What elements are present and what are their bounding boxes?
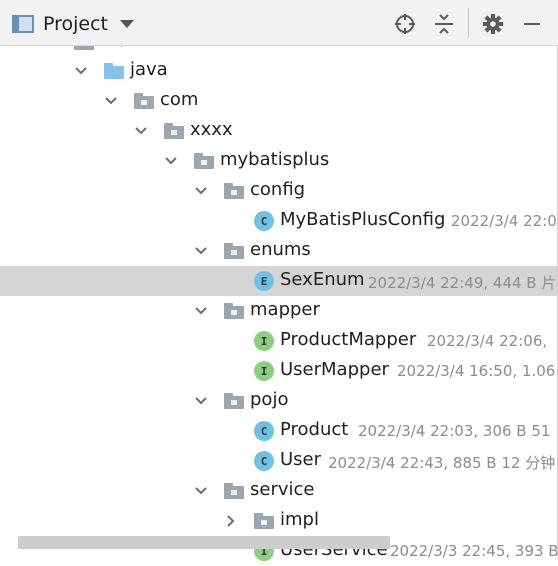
chevron-down-icon[interactable] (194, 484, 208, 498)
tree-row-user[interactable]: C User 2022/3/4 22:43, 885 B 12 分钟 (0, 446, 558, 476)
tree-label: com (160, 89, 199, 110)
tree-row-mybatisplusconfig[interactable]: C MyBatisPlusConfig 2022/3/4 22:0 (0, 206, 558, 236)
file-meta: 2022/3/4 22:0 (451, 212, 557, 230)
package-icon (224, 183, 244, 199)
file-meta: 2022/3/4 16:50, 1.06 (397, 362, 556, 380)
tree-row-service[interactable]: service (0, 476, 558, 506)
file-meta: 2022/3/4 22:03, 306 B 51 (358, 422, 551, 440)
tree-label: ProductMapper (280, 329, 417, 350)
tree-label: mybatisplus (220, 149, 330, 170)
file-meta: 2022/3/4 22:06, (427, 332, 548, 350)
tree-row-com[interactable]: com (0, 86, 558, 116)
tree-label: java (130, 59, 168, 80)
tree-label: xxxx (190, 119, 233, 140)
chevron-down-icon[interactable] (194, 244, 208, 258)
tree-row-xxxx[interactable]: xxxx (0, 116, 558, 146)
tree-label: UserMapper (280, 359, 389, 380)
file-meta: 2022/3/3 22:45, 393 B (390, 542, 558, 560)
chevron-right-icon[interactable] (224, 514, 238, 528)
project-window-icon (12, 15, 34, 33)
horizontal-scrollbar[interactable] (18, 536, 390, 549)
tree-row-sexenum[interactable]: E SexEnum 2022/3/4 22:49, 444 B 片 (0, 266, 558, 296)
enum-icon: E (254, 271, 274, 291)
tree-label: enums (250, 239, 311, 260)
locate-icon[interactable] (393, 12, 417, 36)
package-icon (224, 243, 244, 259)
tree-label: User (280, 449, 322, 470)
chevron-down-icon[interactable] (164, 154, 178, 168)
toolbar-title: Project (43, 13, 109, 35)
package-icon (164, 123, 184, 139)
tree-row-java[interactable]: java (0, 56, 558, 86)
interface-icon: I (254, 361, 274, 381)
package-icon (254, 513, 274, 529)
chevron-down-icon[interactable] (194, 394, 208, 408)
tree-row-impl[interactable]: impl (0, 506, 558, 536)
chevron-down-icon[interactable] (74, 64, 88, 78)
tree-row-productmapper[interactable]: I ProductMapper 2022/3/4 22:06, (0, 326, 558, 356)
tree-label: impl (280, 509, 319, 530)
class-icon: C (254, 451, 274, 471)
tree-label: SexEnum (280, 269, 365, 290)
tree-label: service (250, 479, 315, 500)
package-icon (224, 303, 244, 319)
tree-row-mybatisplus[interactable]: mybatisplus (0, 146, 558, 176)
view-selector[interactable]: Project (12, 11, 135, 37)
collapse-all-icon[interactable] (432, 12, 456, 36)
gear-icon[interactable] (481, 12, 505, 36)
tree-label: Product (280, 419, 349, 440)
tree-row-config[interactable]: config (0, 176, 558, 206)
class-icon: C (254, 421, 274, 441)
tree-label: config (250, 179, 306, 200)
chevron-down-icon[interactable] (120, 20, 135, 28)
package-icon (224, 483, 244, 499)
tree-label: mapper (250, 299, 320, 320)
package-icon (134, 93, 154, 109)
tree-label: pojo (250, 389, 289, 410)
chevron-down-icon[interactable] (134, 124, 148, 138)
source-folder-icon (104, 63, 124, 79)
tree-label: MyBatisPlusConfig (280, 209, 446, 230)
project-toolbar: Project (0, 0, 558, 46)
project-tree: main java com xxxx mybatisplus config C … (0, 0, 558, 561)
interface-icon: I (254, 331, 274, 351)
tree-row-mapper[interactable]: mapper (0, 296, 558, 326)
class-icon: C (254, 211, 274, 231)
tree-row-enums[interactable]: enums (0, 236, 558, 266)
package-icon (224, 393, 244, 409)
chevron-down-icon[interactable] (104, 94, 118, 108)
tree-row-usermapper[interactable]: I UserMapper 2022/3/4 16:50, 1.06 (0, 356, 558, 386)
chevron-down-icon[interactable] (194, 184, 208, 198)
toolbar-separator (468, 8, 469, 38)
file-meta: 2022/3/4 22:49, 444 B 片 (368, 274, 557, 292)
tree-row-product[interactable]: C Product 2022/3/4 22:03, 306 B 51 (0, 416, 558, 446)
tree-row-pojo[interactable]: pojo (0, 386, 558, 416)
minimize-icon[interactable] (520, 12, 544, 36)
chevron-down-icon[interactable] (194, 304, 208, 318)
file-meta: 2022/3/4 22:43, 885 B 12 分钟 (328, 454, 556, 472)
package-icon (194, 153, 214, 169)
